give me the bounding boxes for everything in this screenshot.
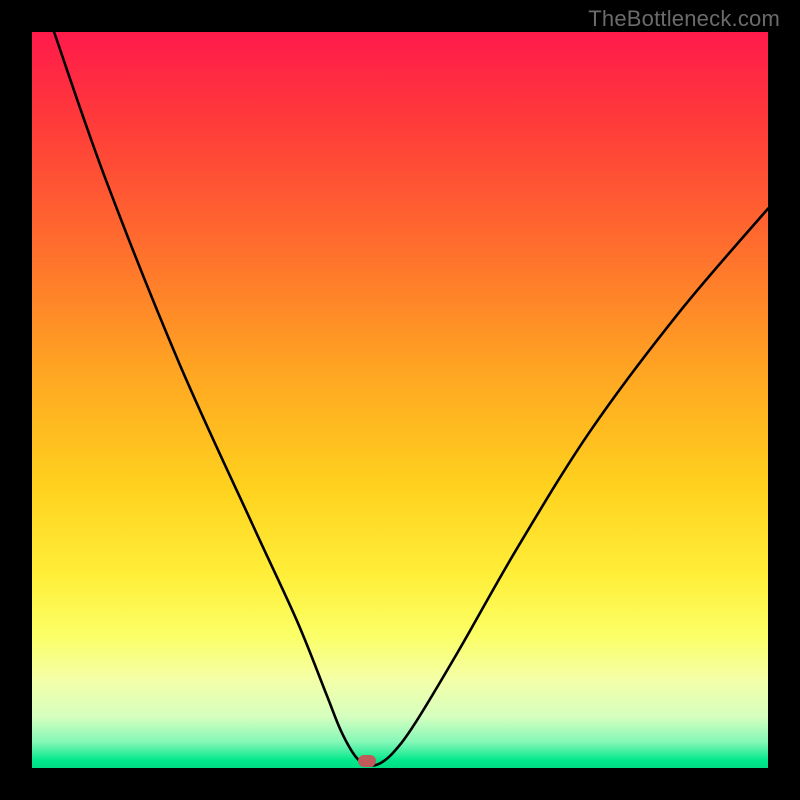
bottleneck-curve <box>54 32 768 765</box>
plot-area <box>32 32 768 768</box>
curve-svg <box>32 32 768 768</box>
optimal-marker <box>358 755 376 767</box>
watermark-label: TheBottleneck.com <box>588 6 780 32</box>
chart-frame: TheBottleneck.com <box>0 0 800 800</box>
